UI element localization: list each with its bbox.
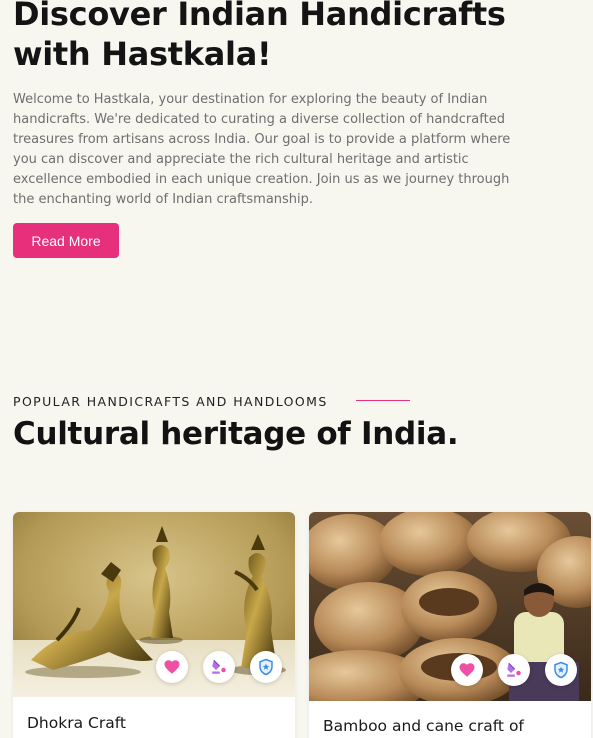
customize-button[interactable] — [203, 651, 235, 683]
card-title: Bamboo and cane craft of — [323, 717, 524, 735]
hero-description: Welcome to Hastkala, your destination fo… — [13, 92, 511, 207]
favorite-button[interactable] — [156, 651, 188, 683]
verified-button[interactable] — [250, 651, 282, 683]
card-title: Dhokra Craft — [27, 714, 126, 732]
craft-card-bamboo[interactable]: Bamboo and cane craft of — [309, 512, 591, 738]
read-more-button[interactable]: Read More — [13, 223, 119, 258]
paint-bucket-icon — [507, 662, 521, 677]
page: Discover Indian Handicrafts with Hastkal… — [0, 0, 593, 738]
hero-title: Discover Indian Handicrafts with Hastkal… — [13, 0, 506, 73]
verified-button[interactable] — [545, 654, 577, 686]
favorite-button[interactable] — [451, 654, 483, 686]
shield-star-icon — [554, 661, 568, 679]
heart-icon — [164, 660, 180, 674]
section-title: Cultural heritage of India. — [13, 416, 459, 452]
customize-button[interactable] — [498, 654, 530, 686]
heart-icon — [459, 663, 475, 677]
section-kicker: POPULAR HANDICRAFTS AND HANDLOOMS — [13, 394, 328, 409]
craft-card-dhokra[interactable]: Dhokra Craft — [13, 512, 295, 738]
kicker-divider — [356, 400, 410, 401]
shield-star-icon — [259, 658, 273, 676]
paint-bucket-icon — [212, 659, 226, 674]
